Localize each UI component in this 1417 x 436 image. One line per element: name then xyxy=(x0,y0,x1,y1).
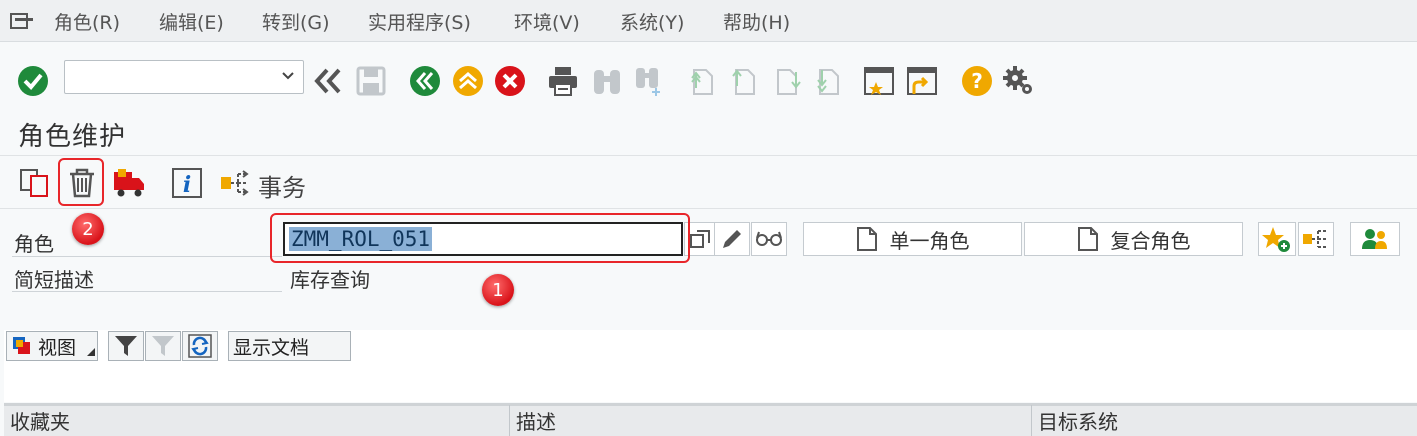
view-button-label: 视图 xyxy=(38,336,77,359)
find-next-icon[interactable] xyxy=(632,64,666,98)
document-icon xyxy=(1077,227,1098,251)
show-documentation-label: 显示文档 xyxy=(233,336,310,359)
double-chevron-left-icon[interactable] xyxy=(312,64,346,98)
menu-role[interactable]: 角色(R) xyxy=(54,8,120,35)
back-icon[interactable] xyxy=(408,64,442,98)
menu-environment[interactable]: 环境(V) xyxy=(514,8,580,35)
transport-truck-icon[interactable] xyxy=(112,166,146,200)
save-icon[interactable] xyxy=(354,64,388,98)
users-icon xyxy=(1362,229,1387,249)
annotation-box-role-input xyxy=(270,213,690,263)
composite-role-button-label: 复合角色 xyxy=(1110,228,1191,253)
information-icon[interactable]: i xyxy=(170,166,204,200)
show-documentation-button[interactable]: 显示文档 xyxy=(228,331,351,361)
previous-page-icon[interactable] xyxy=(728,64,762,98)
settings-gear-icon[interactable] xyxy=(1002,64,1036,98)
menu-goto[interactable]: 转到(G) xyxy=(262,8,330,35)
menu-help[interactable]: 帮助(H) xyxy=(723,8,790,35)
refresh-button[interactable] xyxy=(182,331,218,361)
transaction-tree-icon[interactable] xyxy=(218,166,252,200)
column-header-target-system[interactable]: 目标系统 xyxy=(1032,405,1417,436)
annotation-badge-2: 2 xyxy=(72,213,104,245)
dropdown-corner-icon xyxy=(87,348,96,356)
copy-icon[interactable] xyxy=(18,166,52,200)
menu-system[interactable]: 系统(Y) xyxy=(620,8,684,35)
single-role-button[interactable]: 单一角色 xyxy=(803,222,1022,256)
role-label: 角色 xyxy=(14,232,54,256)
column-header-favorites[interactable]: 收藏夹 xyxy=(4,405,510,436)
menu-utilities[interactable]: 实用程序(S) xyxy=(368,8,471,35)
transaction-tree-button[interactable] xyxy=(1298,222,1334,256)
role-label-underline xyxy=(12,256,282,257)
document-icon xyxy=(856,227,877,251)
generate-shortcut-icon[interactable] xyxy=(905,64,939,98)
composite-role-button[interactable]: 复合角色 xyxy=(1024,222,1243,256)
glasses-icon xyxy=(756,231,782,246)
chevron-down-icon[interactable] xyxy=(281,69,295,83)
menu-icon[interactable] xyxy=(10,12,34,30)
refresh-icon xyxy=(188,334,212,358)
column-header-description[interactable]: 描述 xyxy=(510,405,1032,436)
first-page-icon[interactable] xyxy=(686,64,720,98)
transaction-label[interactable]: 事务 xyxy=(258,168,306,203)
filter-delete-icon xyxy=(152,336,174,356)
annotation-box-delete xyxy=(58,158,104,206)
add-favorite-button[interactable] xyxy=(1258,222,1296,256)
last-page-icon[interactable] xyxy=(812,64,846,98)
user-assignment-button[interactable] xyxy=(1350,222,1400,256)
exit-icon[interactable] xyxy=(451,64,485,98)
print-icon[interactable] xyxy=(546,64,580,98)
pencil-icon xyxy=(723,230,741,248)
view-icon xyxy=(13,337,30,354)
short-description-underline xyxy=(12,291,282,292)
short-description-label: 简短描述 xyxy=(14,268,94,292)
svg-text:i: i xyxy=(183,172,191,198)
page-title: 角色维护 xyxy=(18,122,127,152)
find-icon[interactable] xyxy=(590,64,624,98)
star-add-icon xyxy=(1262,227,1290,252)
display-button[interactable] xyxy=(751,222,787,256)
next-page-icon[interactable] xyxy=(770,64,804,98)
annotation-badge-1: 1 xyxy=(482,274,514,306)
title-bar: 角色维护 xyxy=(0,110,1417,156)
menu-edit[interactable]: 编辑(E) xyxy=(159,8,224,35)
change-button[interactable] xyxy=(714,222,750,256)
application-toolbar xyxy=(0,157,1417,209)
transaction-tree-icon xyxy=(1303,230,1326,248)
filter-icon xyxy=(115,336,137,356)
delete-filter-button[interactable] xyxy=(145,331,181,361)
help-icon[interactable]: ? xyxy=(960,64,994,98)
create-session-icon[interactable] xyxy=(862,64,896,98)
short-description-value: 库存查询 xyxy=(290,268,370,292)
cancel-icon[interactable] xyxy=(493,64,527,98)
view-button[interactable]: 视图 xyxy=(6,331,98,361)
command-field[interactable] xyxy=(64,60,304,94)
enter-check-icon[interactable] xyxy=(16,64,50,98)
single-role-button-label: 单一角色 xyxy=(889,228,970,253)
filter-button[interactable] xyxy=(108,331,144,361)
svg-text:?: ? xyxy=(971,69,983,93)
